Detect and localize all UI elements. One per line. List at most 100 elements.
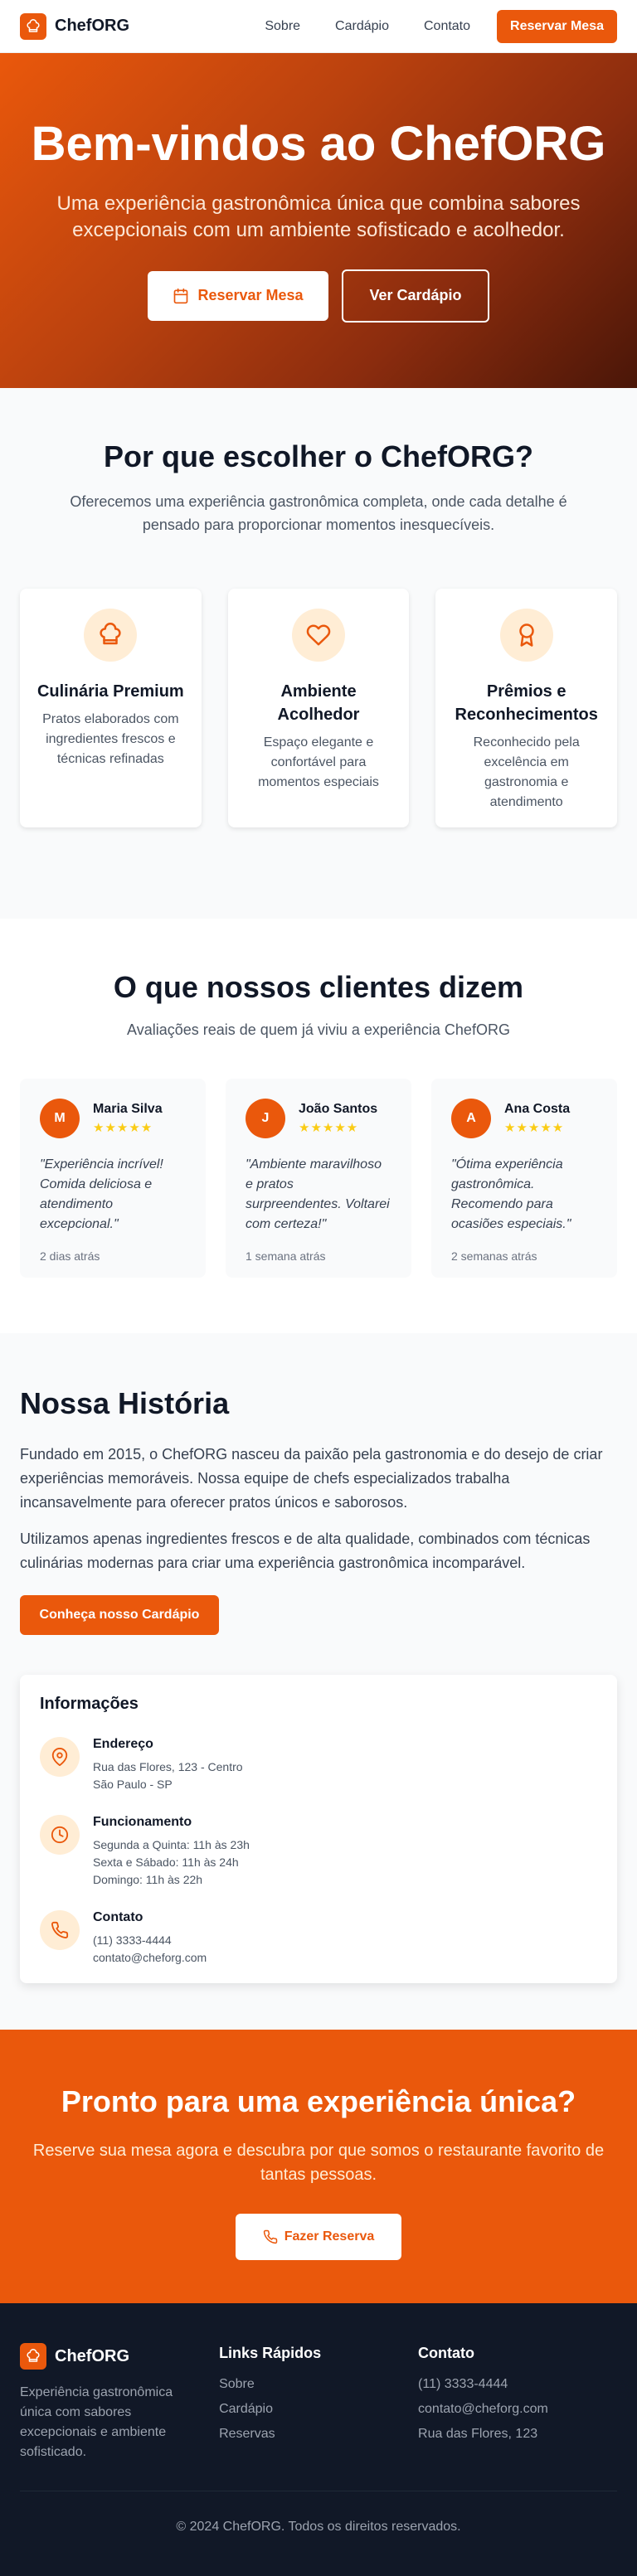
- star-rating-icon: ★★★★★: [93, 1121, 153, 1135]
- info-line: (11) 3333-4444: [93, 1933, 172, 1947]
- nav-links: Sobre Cardápio Contato Reservar Mesa: [265, 9, 617, 43]
- footer-contact-title: Contato: [418, 2345, 475, 2361]
- info-line: contato@cheforg.com: [93, 1950, 207, 1964]
- award-icon: [499, 608, 553, 662]
- story-paragraph: Utilizamos apenas ingredientes frescos e…: [20, 1531, 591, 1572]
- footer-description: Experiência gastronômica única com sabor…: [20, 2385, 173, 2459]
- testimonial-card: M Maria Silva ★★★★★ "Experiência incríve…: [20, 1079, 206, 1278]
- navbar: ChefORG Sobre Cardápio Contato Reservar …: [0, 0, 637, 53]
- feature-title: Ambiente Acolhedor: [277, 682, 360, 724]
- review-quote: "Ambiente maravilhoso e pratos surpreend…: [246, 1157, 390, 1231]
- reviewer-name: Ana Costa: [504, 1102, 571, 1116]
- info-line: Sexta e Sábado: 11h às 24h: [93, 1855, 239, 1869]
- copyright: © 2024 ChefORG. Todos os direitos reserv…: [20, 2491, 617, 2535]
- story-title: Nossa História: [20, 1386, 230, 1420]
- cta-title: Pronto para uma experiência única?: [61, 2084, 576, 2118]
- brand[interactable]: ChefORG: [20, 12, 129, 40]
- info-item-title: Funcionamento: [93, 1814, 192, 1829]
- info-title: Informações: [40, 1694, 139, 1713]
- footer-contact-email: contato@cheforg.com: [418, 2402, 548, 2416]
- testimonial-card: J João Santos ★★★★★ "Ambiente maravilhos…: [226, 1079, 411, 1278]
- testimonial-cards: M Maria Silva ★★★★★ "Experiência incríve…: [20, 1079, 617, 1278]
- footer-links-title: Links Rápidos: [219, 2345, 322, 2361]
- story-paragraph: Fundado em 2015, o ChefORG nasceu da pai…: [20, 1446, 603, 1511]
- info-line: Domingo: 11h às 22h: [93, 1872, 203, 1886]
- review-time: 2 semanas atrás: [451, 1249, 537, 1263]
- info-contact: Contato (11) 3333-4444 contato@cheforg.c…: [40, 1909, 597, 1967]
- hero-reserve-label: Reservar Mesa: [197, 287, 304, 304]
- testimonials-section: O que nossos clientes dizem Avaliações r…: [0, 919, 637, 1333]
- feature-title: Prêmios e Reconhecimentos: [455, 682, 598, 724]
- hero-title: Bem-vindos ao ChefORG: [31, 117, 606, 171]
- info-item-title: Contato: [93, 1909, 143, 1924]
- feature-text: Pratos elaborados com ingredientes fresc…: [42, 711, 179, 766]
- menu-button[interactable]: Conheça nosso Cardápio: [20, 1594, 219, 1635]
- avatar: M: [40, 1099, 80, 1138]
- footer-brand[interactable]: ChefORG: [20, 2343, 199, 2370]
- footer-contact-phone: (11) 3333-4444: [418, 2377, 508, 2391]
- feature-card: Culinária Premium Pratos elaborados com …: [20, 588, 202, 827]
- review-quote: "Ótima experiência gastronômica. Recomen…: [451, 1157, 571, 1231]
- footer-links-column: Links Rápidos Sobre Cardápio Reservas: [219, 2343, 418, 2462]
- why-section: Por que escolher o ChefORG? Oferecemos u…: [0, 388, 637, 919]
- nav-link-contato[interactable]: Contato: [424, 19, 470, 34]
- footer-link-sobre[interactable]: Sobre: [219, 2377, 418, 2392]
- hero-reserve-button[interactable]: Reservar Mesa: [148, 270, 328, 321]
- info-item-title: Endereço: [93, 1736, 153, 1751]
- review-time: 1 semana atrás: [246, 1249, 326, 1263]
- footer-link-reservas[interactable]: Reservas: [219, 2427, 418, 2442]
- footer-brand-column: ChefORG Experiência gastronômica única c…: [20, 2343, 219, 2462]
- review-time: 2 dias atrás: [40, 1249, 100, 1263]
- hero-subtitle: Uma experiência gastronômica única que c…: [56, 192, 581, 242]
- reviewer-name: João Santos: [299, 1102, 378, 1116]
- footer-contact-address: Rua das Flores, 123: [418, 2427, 538, 2441]
- chef-hat-icon: [20, 12, 46, 40]
- nav-reserve-button[interactable]: Reservar Mesa: [497, 9, 617, 43]
- phone-icon: [40, 1909, 80, 1950]
- why-title: Por que escolher o ChefORG?: [103, 439, 534, 473]
- feature-cards: Culinária Premium Pratos elaborados com …: [20, 588, 618, 827]
- testimonials-title: O que nossos clientes dizem: [113, 970, 524, 1004]
- footer: ChefORG Experiência gastronômica única c…: [0, 2303, 637, 2576]
- star-rating-icon: ★★★★★: [299, 1121, 359, 1135]
- heart-icon: [292, 608, 345, 662]
- cta-section: Pronto para uma experiência única? Reser…: [0, 2030, 637, 2303]
- footer-brand-name: ChefORG: [55, 2346, 129, 2365]
- hero-menu-button[interactable]: Ver Cardápio: [342, 269, 489, 323]
- brand-name: ChefORG: [55, 17, 129, 35]
- make-reservation-button[interactable]: Fazer Reserva: [236, 2214, 401, 2260]
- feature-title: Culinária Premium: [36, 682, 184, 701]
- phone-icon: [263, 2229, 277, 2244]
- feature-text: Espaço elegante e confortável para momen…: [258, 735, 379, 789]
- avatar: J: [246, 1099, 285, 1138]
- footer-link-cardapio[interactable]: Cardápio: [219, 2402, 418, 2417]
- nav-link-cardapio[interactable]: Cardápio: [335, 19, 389, 34]
- info-address: Endereço Rua das Flores, 123 - Centro Sã…: [40, 1736, 597, 1793]
- testimonial-card: A Ana Costa ★★★★★ "Ótima experiência gas…: [431, 1079, 617, 1278]
- info-line: Rua das Flores, 123 - Centro: [93, 1759, 243, 1773]
- feature-card: Prêmios e Reconhecimentos Reconhecido pe…: [435, 588, 618, 827]
- cta-subtitle: Reserve sua mesa agora e descubra por qu…: [32, 2142, 605, 2184]
- calendar-icon: [174, 288, 188, 303]
- info-line: Segunda a Quinta: 11h às 23h: [93, 1837, 250, 1851]
- map-pin-icon: [40, 1736, 80, 1777]
- nav-link-sobre[interactable]: Sobre: [265, 19, 300, 34]
- star-rating-icon: ★★★★★: [504, 1121, 565, 1135]
- chef-hat-icon: [20, 2343, 46, 2370]
- info-line: São Paulo - SP: [93, 1777, 173, 1791]
- clock-icon: [40, 1814, 80, 1855]
- story-section: Nossa História Fundado em 2015, o ChefOR…: [0, 1333, 637, 2030]
- chef-hat-icon: [84, 608, 138, 662]
- hero-buttons: Reservar Mesa Ver Cardápio: [148, 269, 489, 323]
- info-hours: Funcionamento Segunda a Quinta: 11h às 2…: [40, 1814, 597, 1889]
- reviewer-name: Maria Silva: [93, 1102, 163, 1116]
- hero-section: Bem-vindos ao ChefORG Uma experiência ga…: [0, 53, 637, 388]
- info-card: Informações Endereço Rua das Flores, 123…: [20, 1674, 617, 1983]
- make-reservation-label: Fazer Reserva: [284, 2229, 375, 2244]
- avatar: A: [451, 1099, 491, 1138]
- feature-card: Ambiente Acolhedor Espaço elegante e con…: [227, 588, 410, 827]
- why-subtitle: Oferecemos uma experiência gastronômica …: [70, 493, 567, 533]
- testimonials-subtitle: Avaliações reais de quem já viviu a expe…: [127, 1021, 510, 1038]
- review-quote: "Experiência incrível! Comida deliciosa …: [40, 1157, 163, 1231]
- feature-text: Reconhecido pela excelência em gastronom…: [473, 735, 580, 809]
